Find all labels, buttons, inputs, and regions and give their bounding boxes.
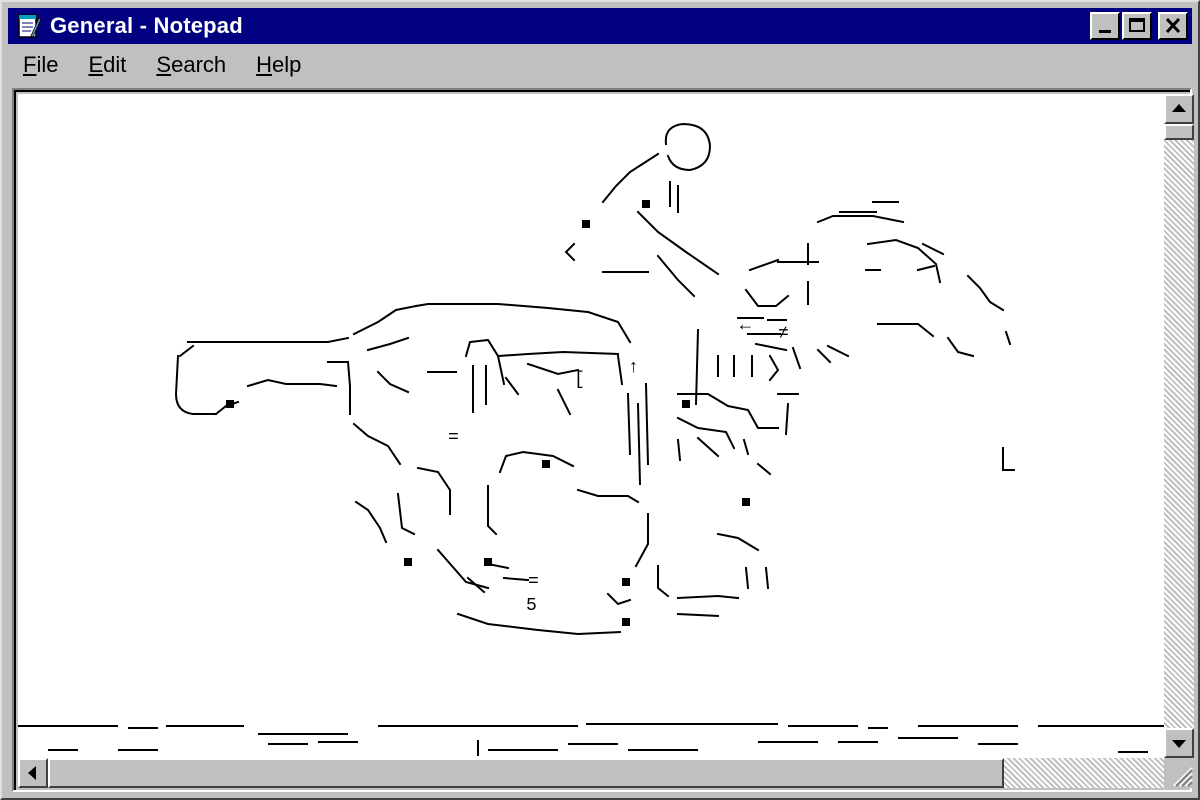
menu-help-accel: H bbox=[256, 52, 273, 77]
menu-edit-label: dit bbox=[103, 52, 127, 77]
scroll-up-button[interactable] bbox=[1164, 94, 1194, 124]
menu-search-label: earch bbox=[171, 52, 227, 77]
scroll-left-button[interactable] bbox=[18, 758, 48, 788]
horizontal-scroll-thumb[interactable] bbox=[48, 758, 1004, 788]
svg-text:←: ← bbox=[740, 316, 751, 336]
notepad-icon[interactable] bbox=[14, 12, 42, 40]
close-button[interactable] bbox=[1158, 12, 1188, 40]
menu-edit-accel: E bbox=[88, 52, 104, 77]
title-bar[interactable]: General - Notepad bbox=[8, 8, 1192, 44]
menu-help-label: elp bbox=[272, 52, 302, 77]
svg-text:=: = bbox=[528, 572, 539, 592]
ascii-digit: 5 bbox=[526, 596, 537, 616]
editor-frame: ≠ ↑ ← [ = = 5 bbox=[12, 88, 1194, 792]
menu-file[interactable]: File bbox=[8, 52, 73, 78]
scroll-down-button[interactable] bbox=[1164, 728, 1194, 758]
menu-file-accel: F bbox=[23, 52, 37, 77]
text-area[interactable]: ≠ ↑ ← [ = = 5 bbox=[18, 94, 1164, 758]
menu-help[interactable]: Help bbox=[241, 52, 316, 78]
maximize-button[interactable] bbox=[1122, 12, 1152, 40]
menu-edit[interactable]: Edit bbox=[73, 52, 141, 78]
svg-text:≠: ≠ bbox=[778, 324, 789, 344]
resize-grip-icon bbox=[1173, 767, 1193, 787]
arrow-up-icon bbox=[1172, 104, 1186, 112]
svg-text:=: = bbox=[448, 428, 459, 448]
menu-search-accel: S bbox=[156, 52, 172, 77]
vertical-scrollbar[interactable] bbox=[1164, 94, 1194, 758]
minimize-button[interactable] bbox=[1090, 12, 1120, 40]
arrow-down-icon bbox=[1172, 740, 1186, 748]
vertical-scroll-thumb[interactable] bbox=[1164, 124, 1194, 140]
menu-file-label: ile bbox=[36, 52, 59, 77]
horizontal-scrollbar[interactable] bbox=[18, 758, 1164, 788]
size-grip[interactable] bbox=[1164, 758, 1194, 788]
svg-text:[: [ bbox=[574, 370, 585, 390]
ascii-art-horse-jockey: ≠ ↑ ← [ = = 5 bbox=[18, 122, 1164, 756]
close-icon bbox=[1165, 17, 1181, 34]
notepad-window: General - Notepad File Edit Search Help bbox=[0, 0, 1200, 800]
svg-text:↑: ↑ bbox=[628, 358, 639, 378]
window-title: General - Notepad bbox=[50, 13, 243, 38]
menu-search[interactable]: Search bbox=[141, 52, 241, 78]
menu-bar: File Edit Search Help bbox=[8, 46, 1192, 84]
minimize-icon bbox=[1099, 30, 1111, 33]
maximize-icon bbox=[1129, 18, 1145, 32]
arrow-left-icon bbox=[28, 766, 36, 780]
